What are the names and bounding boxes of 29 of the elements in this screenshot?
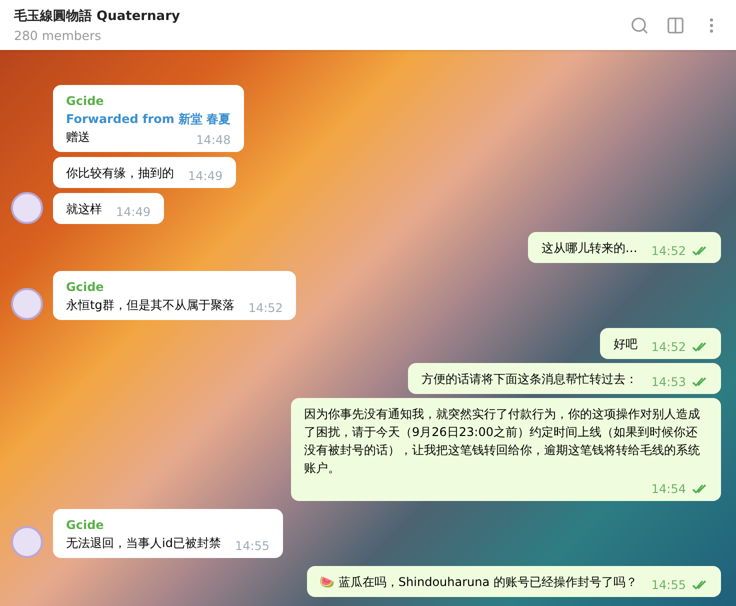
- message-text: 这从哪儿转来的…: [541, 240, 638, 257]
- message-time: 14:55: [234, 538, 270, 555]
- message-text: 你比较有缘，抽到的: [66, 165, 174, 182]
- message-time: 14:52: [651, 339, 686, 356]
- avatar-circle[interactable]: [11, 192, 43, 224]
- sender-name[interactable]: Gcide: [66, 92, 231, 110]
- message-text: 永恒tg群，但是其不从属于聚落: [66, 297, 234, 314]
- message-time: 14:53: [651, 374, 686, 391]
- message-time: 14:49: [116, 204, 151, 221]
- message-text: 无法退回，当事人id已被封禁: [66, 535, 221, 552]
- message-time: 14:48: [196, 132, 231, 149]
- chat-title: 毛玉線圓物語 Quaternary: [14, 8, 181, 25]
- message-text: 就这样: [66, 201, 102, 218]
- avatar-circle[interactable]: [11, 288, 43, 320]
- message-time: 14:52: [248, 300, 283, 317]
- message-time: 14:55: [651, 577, 686, 594]
- sender-name[interactable]: Gcide: [66, 516, 270, 534]
- member-count: 280 members: [14, 28, 102, 43]
- avatar-circle[interactable]: [11, 526, 43, 558]
- message-text: 🍉 蓝瓜在吗，Shindouharuna 的账号已经操作封号了吗？: [320, 574, 638, 591]
- message-text: 方便的话请将下面这条消息帮忙转过去：: [421, 371, 638, 388]
- sender-name[interactable]: Gcide: [66, 278, 283, 296]
- message-text: 好吧: [613, 336, 638, 353]
- forwarded-from-link[interactable]: Forwarded from 新堂 春夏: [66, 110, 231, 128]
- message-text: 因为你事先没有通知我，就突然实行了付款行为，你的这项操作对别人造成了困扰，请于今天（9月26日23:00之前）约定时间上线（如果到时候你还没有被封号的话），让我把这笔钱转回给你，逾期这笔钱将转给毛线的系统账户。: [304, 406, 701, 477]
- message-text: 赠送: [66, 129, 90, 146]
- message-time: 14:52: [651, 243, 686, 260]
- message-time: 14:54: [651, 481, 686, 498]
- message-time: 14:49: [188, 168, 223, 185]
